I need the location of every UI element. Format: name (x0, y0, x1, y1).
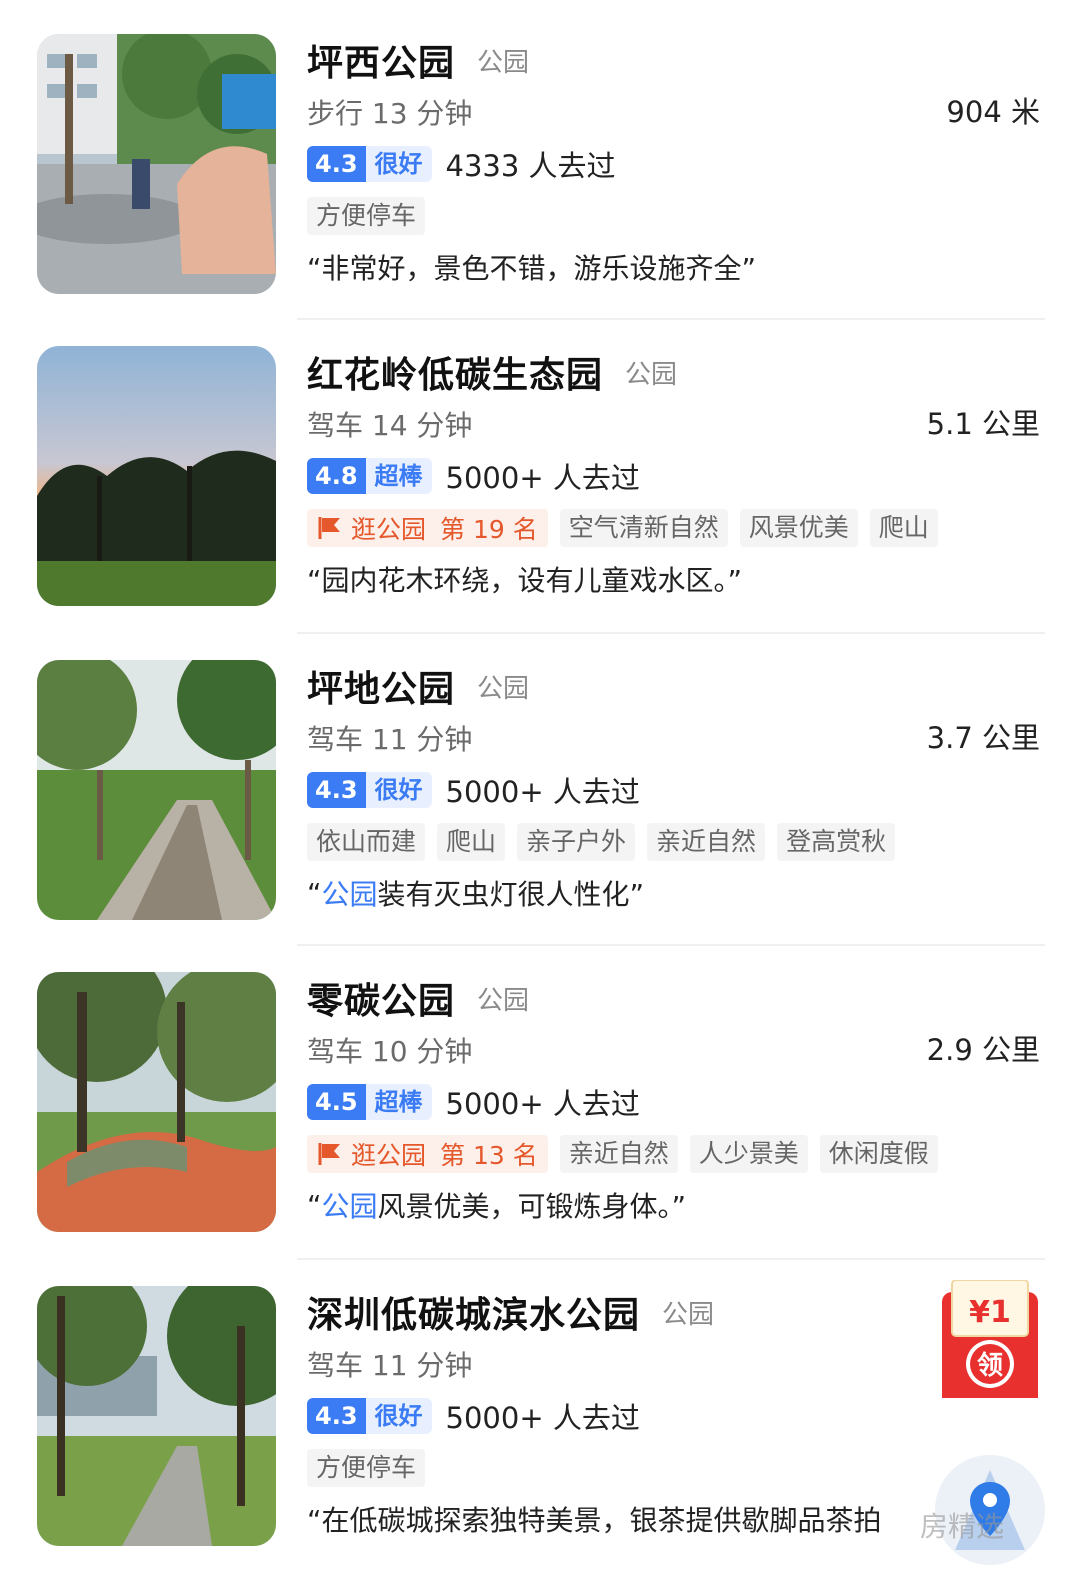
poi-name[interactable]: 红花岭低碳生态园 (307, 346, 603, 398)
list-item[interactable]: 红花岭低碳生态园 公园 驾车 14 分钟 5.1 公里 4.8 超棒 5000+… (0, 346, 1080, 646)
poi-name[interactable]: 深圳低碳城滨水公园 (307, 1286, 640, 1338)
tag: 亲子户外 (517, 823, 636, 861)
tag: 方便停车 (307, 197, 426, 235)
coupon-action: 领 (977, 1350, 1003, 1381)
review-text: “园内花木环绕，设有儿童戏水区。” (307, 564, 743, 597)
tag: 爬山 (869, 509, 938, 547)
poi-photo[interactable] (37, 34, 276, 294)
poi-category: 公园 (662, 1299, 715, 1330)
poi-photo[interactable] (37, 346, 276, 606)
review-text: 风景优美，可锻炼身体。” (377, 1190, 687, 1223)
coupon-amount: ¥1 (969, 1295, 1011, 1330)
distance: 5.1 公里 (926, 407, 1040, 441)
tag: 亲近自然 (647, 823, 766, 861)
visit-count: 4333 人去过 (445, 149, 616, 183)
red-envelope-icon: ¥1 领 (942, 1279, 1038, 1398)
review-quote: “公园 风景优美，可锻炼身体。” (307, 1180, 1040, 1230)
visit-count: 5000+ 人去过 (445, 1087, 640, 1121)
list-item[interactable]: 深圳低碳城滨水公园 公园 驾车 11 分钟 3 4.3 很好 5000+ 人去过… (0, 1286, 1080, 1586)
review-quote: “公园 装有灭虫灯很人性化” (307, 868, 1040, 918)
poi-category: 公园 (625, 359, 678, 390)
poi-photo[interactable] (37, 972, 276, 1232)
rating-level: 很好 (365, 772, 432, 808)
flag-icon (318, 517, 340, 539)
rank-label: 逛公园 (351, 1141, 427, 1170)
tag: 亲近自然 (559, 1135, 678, 1173)
rating-score: 4.5 (307, 1084, 366, 1120)
poi-info: 红花岭低碳生态园 公园 驾车 14 分钟 5.1 公里 4.8 超棒 5000+… (307, 346, 1040, 604)
poi-photo[interactable] (37, 660, 276, 920)
rating-level: 很好 (365, 146, 432, 182)
poi-info: 坪西公园 公园 步行 13 分钟 904 米 4.3 很好 4333 人去过 方… (307, 34, 1040, 292)
review-text: “在低碳城探索独特美景，银茶提供歇脚品茶拍 (307, 1504, 882, 1537)
divider (297, 318, 1045, 320)
tag: 人少景美 (689, 1135, 808, 1173)
rating-score: 4.3 (307, 1398, 366, 1434)
tag: 登高赏秋 (777, 823, 896, 861)
rating-badge: 4.3 很好 (307, 1398, 432, 1434)
rating-score: 4.3 (307, 146, 366, 182)
ranking-badge[interactable]: 逛公园 第 19 名 (307, 509, 548, 547)
quote-open: “ (307, 1188, 322, 1222)
visit-count: 5000+ 人去过 (445, 775, 640, 809)
divider (297, 632, 1045, 634)
travel-time: 驾车 11 分钟 (307, 1349, 473, 1382)
tag: 休闲度假 (819, 1135, 938, 1173)
tag: 空气清新自然 (559, 509, 728, 547)
rating-level: 超棒 (365, 458, 432, 494)
review-keyword-link[interactable]: 公园 (322, 873, 378, 913)
rating-badge: 4.5 超棒 (307, 1084, 432, 1120)
rank-label: 逛公园 (351, 515, 427, 544)
poi-category: 公园 (477, 47, 530, 78)
poi-info: 零碳公园 公园 驾车 10 分钟 2.9 公里 4.5 超棒 5000+ 人去过 (307, 972, 1040, 1230)
divider (297, 1258, 1045, 1260)
tag: 依山而建 (307, 823, 426, 861)
distance: 904 米 (946, 95, 1040, 129)
flag-icon (318, 1143, 340, 1165)
rating-badge: 4.3 很好 (307, 772, 432, 808)
rating-badge: 4.3 很好 (307, 146, 432, 182)
distance: 3.7 公里 (926, 721, 1040, 755)
review-text: “非常好，景色不错，游乐设施齐全” (307, 252, 757, 285)
tag: 风景优美 (739, 509, 858, 547)
rating-score: 4.8 (307, 458, 366, 494)
travel-time: 步行 13 分钟 (307, 97, 473, 130)
divider (297, 944, 1045, 946)
tag: 方便停车 (307, 1449, 426, 1487)
list-item[interactable]: 零碳公园 公园 驾车 10 分钟 2.9 公里 4.5 超棒 5000+ 人去过 (0, 972, 1080, 1272)
review-keyword-link[interactable]: 公园 (322, 1185, 378, 1225)
poi-photo[interactable] (37, 1286, 276, 1546)
rating-level: 很好 (365, 1398, 432, 1434)
review-text: 装有灭虫灯很人性化” (377, 878, 645, 911)
quote-open: “ (307, 876, 322, 910)
poi-category: 公园 (477, 673, 530, 704)
travel-time: 驾车 11 分钟 (307, 723, 473, 756)
poi-category: 公园 (477, 985, 530, 1016)
rating-level: 超棒 (365, 1084, 432, 1120)
travel-time: 驾车 10 分钟 (307, 1035, 473, 1068)
visit-count: 5000+ 人去过 (445, 461, 640, 495)
ranking-badge[interactable]: 逛公园 第 13 名 (307, 1135, 548, 1173)
list-item[interactable]: 坪西公园 公园 步行 13 分钟 904 米 4.3 很好 4333 人去过 方… (0, 34, 1080, 334)
rating-badge: 4.8 超棒 (307, 458, 432, 494)
poi-name[interactable]: 坪西公园 (307, 34, 455, 86)
tag: 爬山 (437, 823, 506, 861)
rank-value: 第 13 名 (440, 1141, 538, 1170)
poi-info: 坪地公园 公园 驾车 11 分钟 3.7 公里 4.3 很好 5000+ 人去过… (307, 660, 1040, 918)
travel-time: 驾车 14 分钟 (307, 409, 473, 442)
red-envelope-coupon[interactable]: ¥1 领 (940, 1279, 1040, 1400)
distance: 2.9 公里 (926, 1033, 1040, 1067)
poi-name[interactable]: 坪地公园 (307, 660, 455, 712)
rating-score: 4.3 (307, 772, 366, 808)
rank-value: 第 19 名 (440, 515, 538, 544)
review-quote: “园内花木环绕，设有儿童戏水区。” (307, 554, 1040, 604)
watermark-text: 房精选 (920, 1510, 1005, 1543)
review-quote: “非常好，景色不错，游乐设施齐全” (307, 242, 1040, 292)
visit-count: 5000+ 人去过 (445, 1401, 640, 1435)
poi-name[interactable]: 零碳公园 (307, 972, 455, 1024)
list-item[interactable]: 坪地公园 公园 驾车 11 分钟 3.7 公里 4.3 很好 5000+ 人去过… (0, 660, 1080, 960)
